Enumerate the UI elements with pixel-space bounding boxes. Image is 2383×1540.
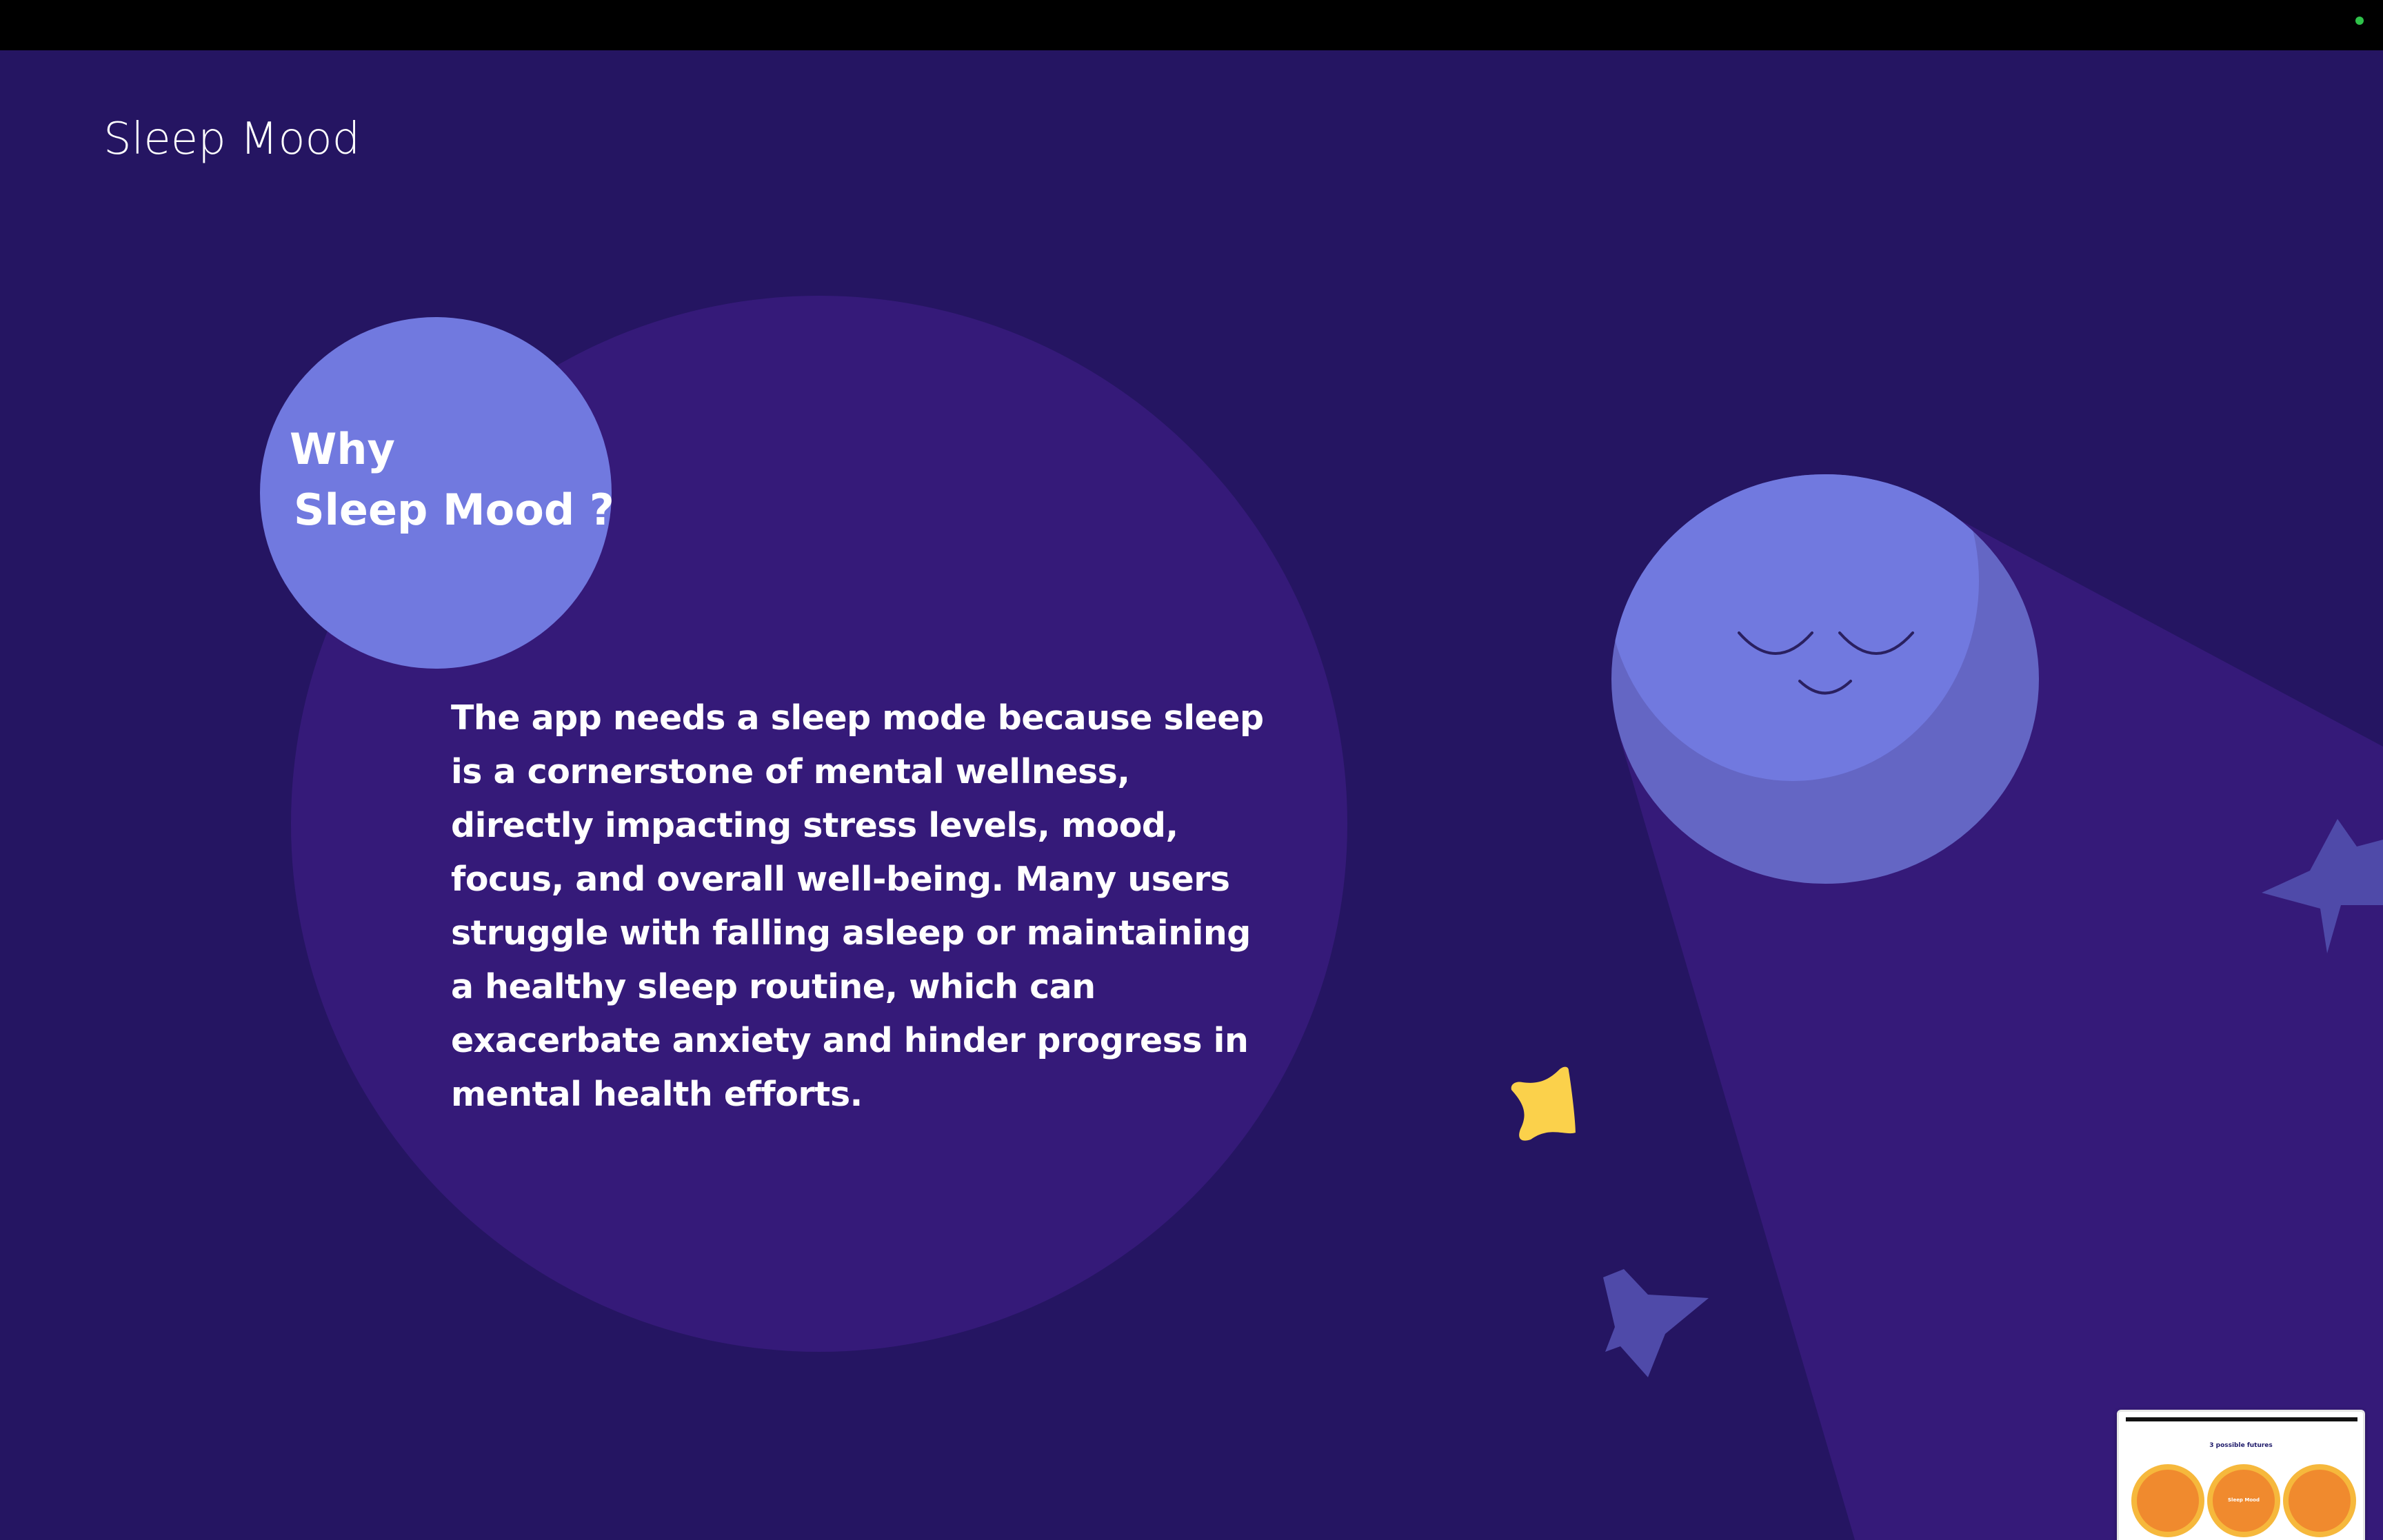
heading-line-1: Why xyxy=(290,424,395,474)
thumbnail-circle-center: Sleep Mood xyxy=(2207,1464,2280,1537)
thumbnail-title: 3 possible futures xyxy=(2209,1442,2273,1449)
thumbnail-circle-right xyxy=(2283,1464,2356,1537)
heading-line-2: Sleep Mood ? xyxy=(294,485,614,535)
slide-canvas: Sleep Mood Why Sleep Mood ? The app need… xyxy=(0,50,2383,1540)
slide-title: Sleep Mood xyxy=(103,114,361,165)
slide-thumbnail[interactable]: 3 possible futures Sleep Mood xyxy=(2117,1410,2365,1540)
thumbnail-top-bar xyxy=(2126,1417,2357,1421)
status-dot-icon xyxy=(2355,17,2364,25)
body-paragraph: The app needs a sleep mode because sleep… xyxy=(451,698,1264,1114)
thumbnail-circle-left xyxy=(2131,1464,2204,1537)
top-bar xyxy=(0,0,2383,50)
thumbnail-circle-label: Sleep Mood xyxy=(2228,1497,2260,1503)
section-heading: Why Sleep Mood ? xyxy=(290,419,614,540)
